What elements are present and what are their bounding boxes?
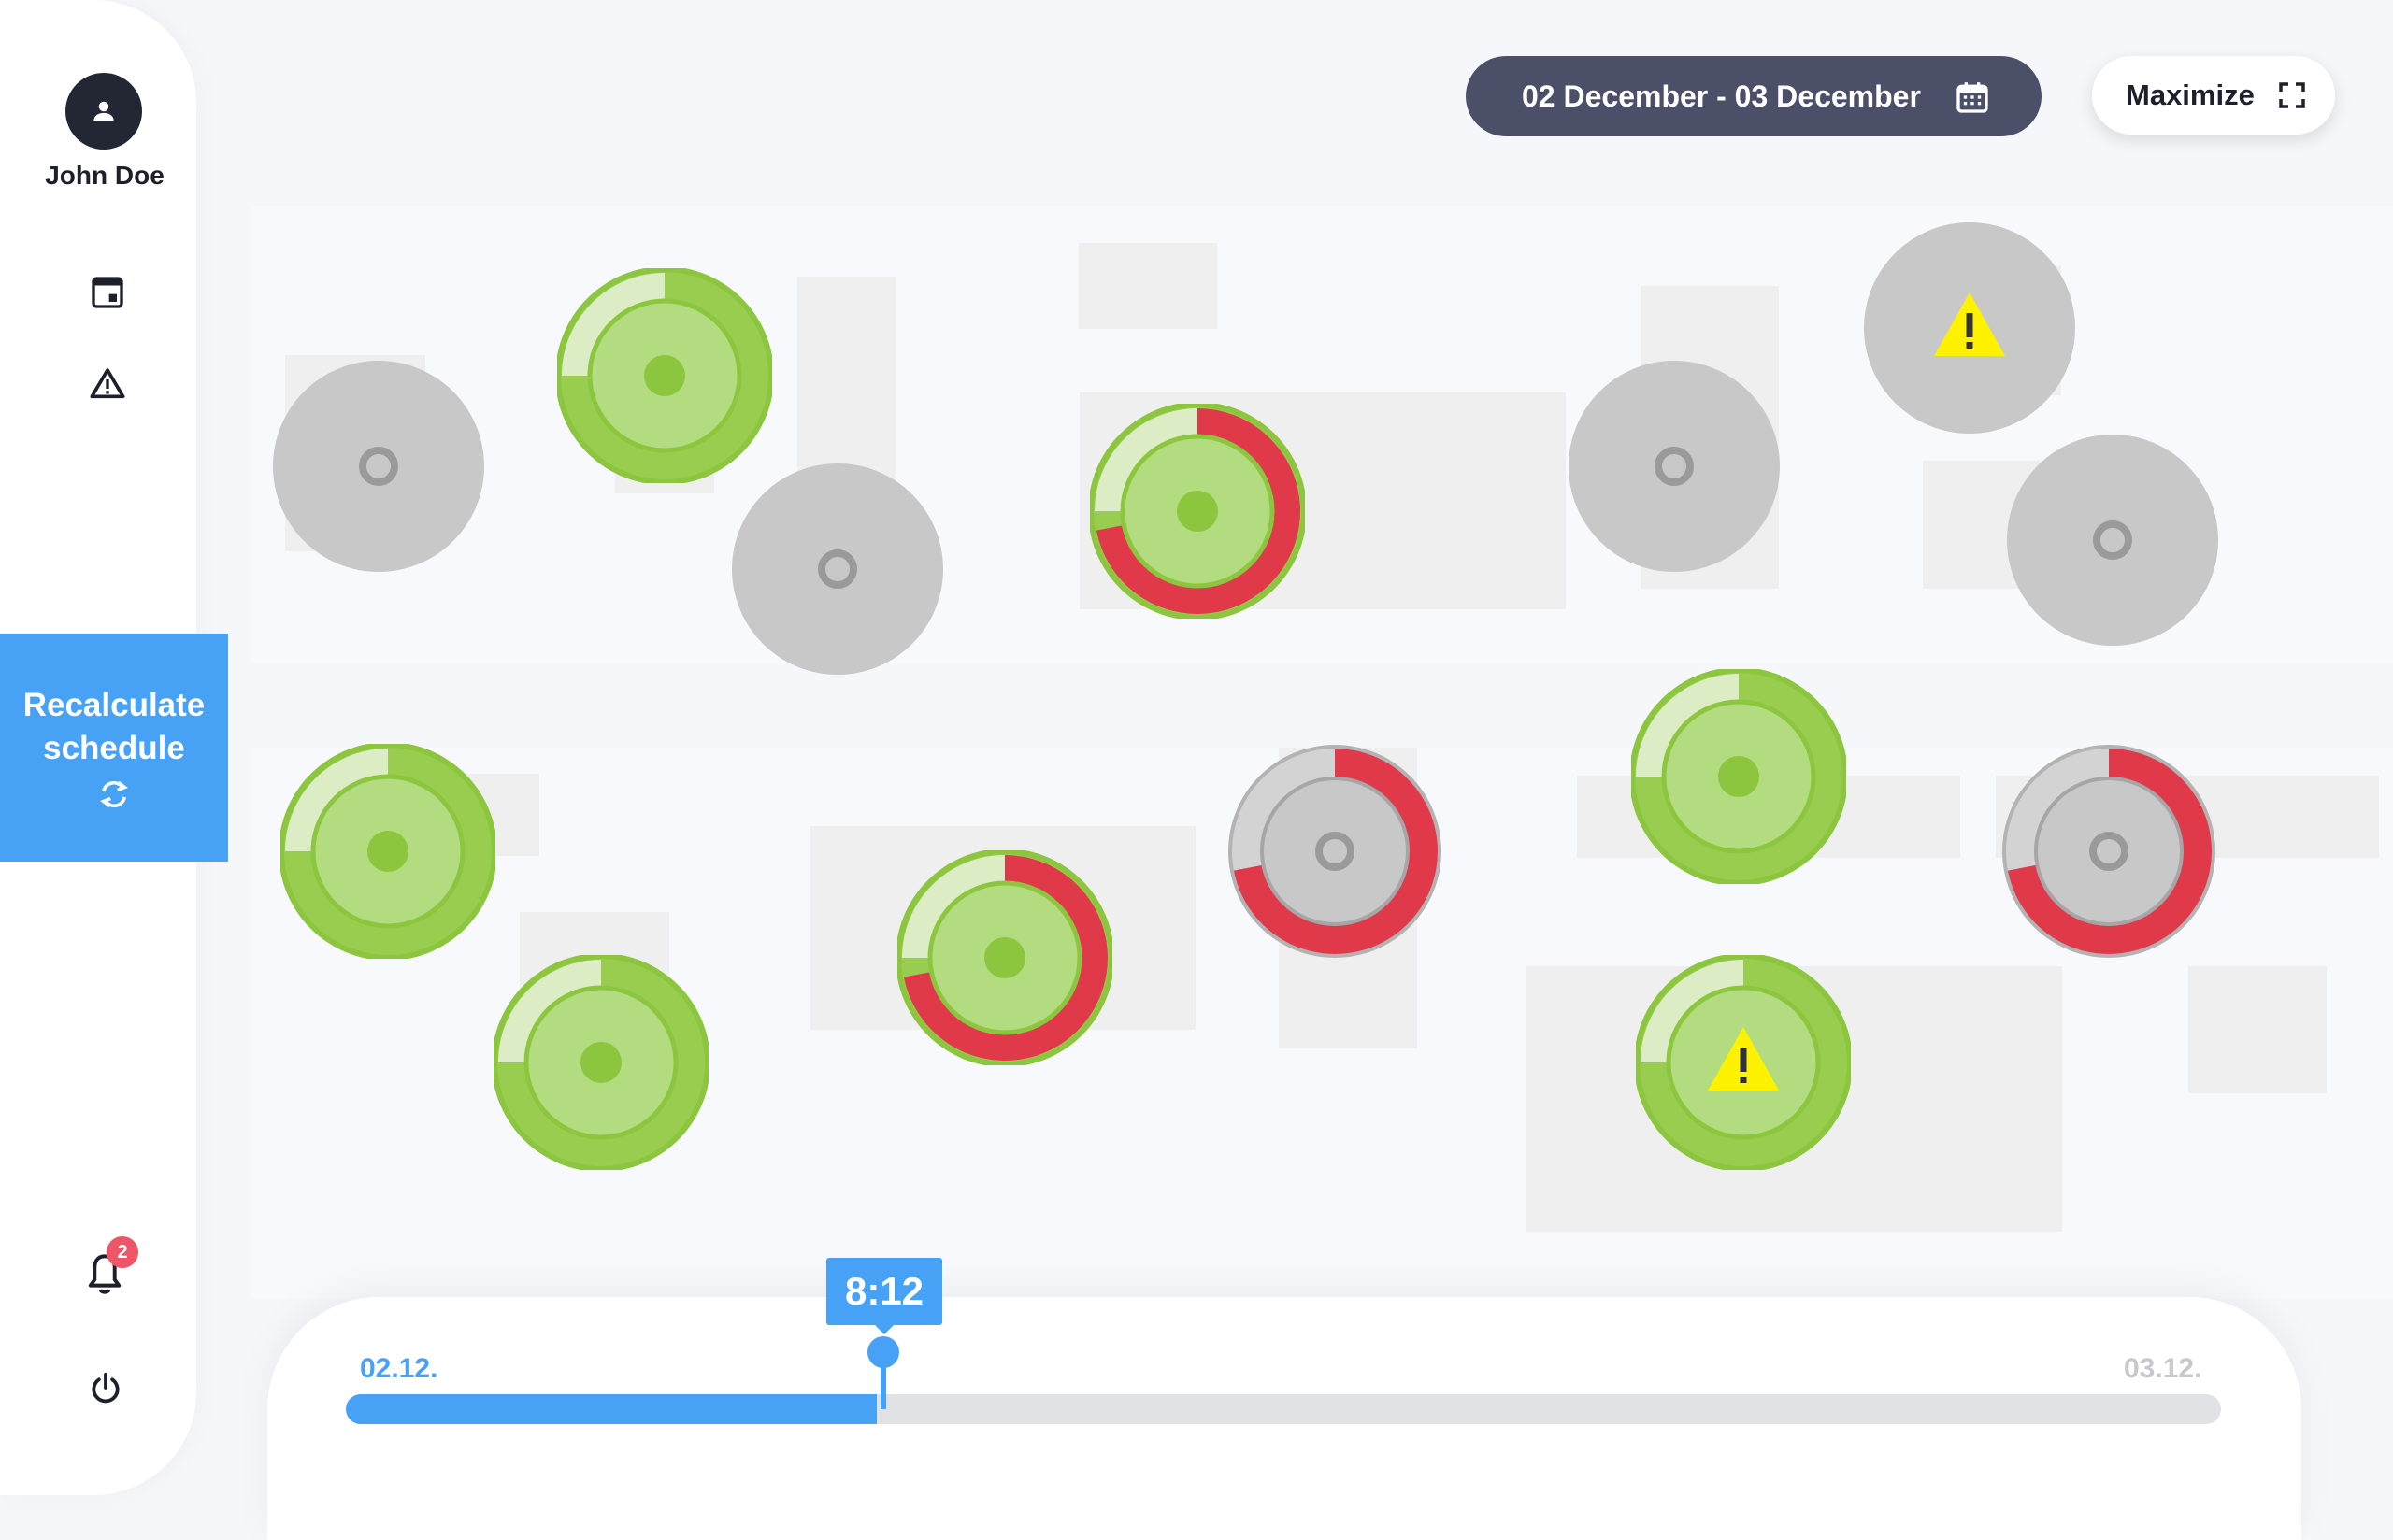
machine-node[interactable] [897,850,1112,1065]
floor-block [2188,966,2327,1093]
machine-node[interactable] [494,955,709,1170]
floor-block [1079,243,1217,329]
machine-core [732,463,943,675]
timeline-start-label: 02.12. [360,1353,438,1384]
machine-core [1569,361,1780,572]
timeline-track[interactable] [346,1394,2221,1424]
calendar-icon [1956,82,1988,113]
machine-core [1260,777,1410,926]
machine-node[interactable] [730,462,945,677]
maximize-button[interactable]: Maximize [2092,56,2335,135]
machine-node[interactable] [2005,433,2220,648]
fullscreen-icon [2279,82,2305,108]
current-time-bubble: 8:12 [826,1258,942,1334]
machine-node[interactable] [1862,221,2077,435]
date-range-picker[interactable]: 02 December - 03 December [1466,56,2042,136]
machine-node[interactable] [2001,744,2216,959]
date-range-label: 02 December - 03 December [1522,78,1921,113]
machine-node[interactable] [1631,669,1846,884]
machine-node[interactable] [557,268,772,483]
recalculate-schedule-button[interactable]: Recalculate schedule [0,634,228,862]
machine-node[interactable] [1567,359,1782,574]
machine-node[interactable] [1090,404,1305,619]
maximize-label: Maximize [2126,78,2255,111]
notification-badge: 2 [107,1236,138,1268]
machine-node[interactable] [1227,744,1442,959]
warning-icon[interactable] [86,363,129,406]
power-icon[interactable] [84,1366,127,1409]
machine-center-dot [580,1042,622,1083]
machine-node[interactable] [280,744,495,959]
machine-core [2034,777,2184,926]
machine-center-dot [367,831,408,872]
machine-center-dot [1718,756,1759,797]
timeline-progress [346,1394,877,1424]
machine-core [2007,435,2218,646]
user-avatar[interactable] [65,73,142,150]
machine-center-dot [1177,491,1218,532]
refresh-icon [100,780,128,808]
user-name: John Doe [45,161,165,190]
machine-center-dot [644,355,685,396]
machine-center-dot [984,937,1025,978]
recalculate-label: Recalculate schedule [22,687,206,766]
floor-block [797,277,896,482]
timeline-slider-handle[interactable] [867,1336,899,1368]
machine-node[interactable] [271,359,486,574]
timeline-end-label: 03.12. [2124,1353,2202,1384]
window-icon[interactable] [86,271,129,314]
user-icon [93,101,114,121]
machine-node[interactable] [1636,955,1851,1170]
machine-core [273,361,484,572]
